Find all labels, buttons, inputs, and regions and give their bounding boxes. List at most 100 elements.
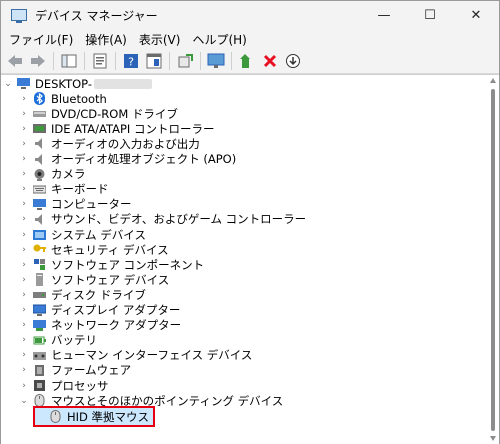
chevron-right-icon[interactable]: › xyxy=(19,91,29,106)
minimize-button[interactable]: — xyxy=(361,1,407,29)
tree-category[interactable]: › ディスク ドライブ xyxy=(19,287,146,302)
mouse-icon xyxy=(33,394,46,408)
tree-category[interactable]: › ヒューマン インターフェイス デバイス xyxy=(19,348,252,363)
chevron-right-icon[interactable]: › xyxy=(19,106,29,121)
enable-device-button[interactable] xyxy=(237,51,257,71)
menu-action[interactable]: 操作(A) xyxy=(79,31,133,48)
chevron-right-icon[interactable]: › xyxy=(19,227,29,242)
tree-item-label: DESKTOP- xyxy=(35,76,92,91)
show-hide-console-tree-button[interactable] xyxy=(59,51,79,71)
chevron-right-icon[interactable]: › xyxy=(19,287,29,302)
properties-icon xyxy=(93,53,107,69)
update-driver-icon xyxy=(178,54,193,68)
tree-category[interactable]: › ソフトウェア コンポーネント xyxy=(19,257,204,272)
tree-category[interactable]: ⌄ マウスとそのほかのポインティング デバイス xyxy=(19,393,283,408)
scroll-down-arrow-icon[interactable] xyxy=(490,436,496,441)
chevron-right-icon[interactable]: › xyxy=(19,242,29,257)
close-button[interactable]: ✕ xyxy=(453,1,499,29)
tree-root-computer[interactable]: ⌄ DESKTOP- xyxy=(3,76,152,91)
tree-item-label: Bluetooth xyxy=(51,91,107,106)
scan-hardware-button[interactable] xyxy=(206,51,226,71)
menu-bar: ファイル(F) 操作(A) 表示(V) ヘルプ(H) xyxy=(1,29,499,49)
tree-category[interactable]: › DVD/CD-ROM ドライブ xyxy=(19,106,178,121)
tree-category[interactable]: › サウンド、ビデオ、およびゲーム コントローラー xyxy=(19,212,306,227)
help-icon: ? xyxy=(124,54,138,69)
chevron-right-icon[interactable]: › xyxy=(19,167,29,182)
tree-item-label: IDE ATA/ATAPI コントローラー xyxy=(51,121,215,136)
hid-icon xyxy=(33,349,46,362)
tree-item-label: ディスプレイ アダプター xyxy=(51,303,181,317)
tree-category[interactable]: › カメラ xyxy=(19,167,85,182)
chevron-right-icon[interactable]: › xyxy=(19,378,29,393)
tree-category[interactable]: › ソフトウェア デバイス xyxy=(19,272,169,287)
tree-category[interactable]: › Bluetooth xyxy=(19,91,107,106)
speaker-icon xyxy=(33,137,46,150)
menu-view[interactable]: 表示(V) xyxy=(133,31,187,48)
scrollbar-thumb[interactable] xyxy=(491,89,495,431)
tree-item-label: セキュリティ デバイス xyxy=(51,242,169,257)
chevron-right-icon[interactable]: › xyxy=(19,318,29,333)
tree-category[interactable]: › セキュリティ デバイス xyxy=(19,242,169,257)
disable-device-button[interactable] xyxy=(283,51,303,71)
properties-button[interactable] xyxy=(90,51,110,71)
tree-category[interactable]: › オーディオの入力および出力 xyxy=(19,136,200,151)
maximize-button[interactable]: ☐ xyxy=(407,1,453,29)
toolbar-separator xyxy=(115,52,116,70)
chevron-right-icon[interactable]: › xyxy=(19,333,29,348)
toolbar-separator xyxy=(169,52,170,70)
console-tree-icon xyxy=(61,54,77,68)
scroll-up-arrow-icon[interactable] xyxy=(490,78,496,83)
chevron-right-icon[interactable]: › xyxy=(19,212,29,227)
chevron-right-icon[interactable]: › xyxy=(19,182,29,197)
help-button[interactable]: ? xyxy=(121,51,141,71)
tree-category[interactable]: › ネットワーク アダプター xyxy=(19,318,181,333)
chevron-right-icon[interactable]: › xyxy=(19,136,29,151)
chevron-right-icon[interactable]: › xyxy=(19,272,29,287)
chevron-right-icon[interactable]: › xyxy=(19,197,29,212)
tree-category[interactable]: › オーディオ処理オブジェクト (APO) xyxy=(19,152,236,167)
tree-category[interactable]: › ディスプレイ アダプター xyxy=(19,303,180,318)
chevron-right-icon[interactable]: › xyxy=(19,303,29,318)
title-bar[interactable]: デバイス マネージャー — ☐ ✕ xyxy=(1,1,499,29)
toolbar: ? xyxy=(1,49,499,74)
chevron-right-icon[interactable]: › xyxy=(19,152,29,167)
chevron-down-icon[interactable]: ⌄ xyxy=(3,76,13,91)
tree-category[interactable]: › コンピューター xyxy=(19,197,131,212)
tree-item-label: バッテリ xyxy=(51,333,97,348)
keyboard-icon xyxy=(32,183,47,196)
view-details-button[interactable] xyxy=(144,51,164,71)
redacted-computer-name xyxy=(93,78,152,89)
tree-device-hid-mouse[interactable]: HID 準拠マウス xyxy=(32,406,156,428)
tree-category[interactable]: › キーボード xyxy=(19,182,108,197)
window-title: デバイス マネージャー xyxy=(35,8,158,23)
tree-category[interactable]: › プロセッサ xyxy=(19,378,108,393)
update-driver-button[interactable] xyxy=(175,51,195,71)
battery-icon xyxy=(33,334,46,347)
forward-arrow-icon xyxy=(31,55,45,67)
menu-help[interactable]: ヘルプ(H) xyxy=(186,31,252,48)
bluetooth-icon xyxy=(33,92,46,106)
uninstall-device-button[interactable] xyxy=(260,51,280,71)
tree-item-label: ソフトウェア コンポーネント xyxy=(51,257,205,272)
tree-category[interactable]: › システム デバイス xyxy=(19,227,146,242)
tree-category[interactable]: › バッテリ xyxy=(19,333,97,348)
monitor-scan-icon xyxy=(207,53,225,68)
computer-icon xyxy=(17,77,30,90)
chevron-down-icon[interactable]: ⌄ xyxy=(19,393,29,408)
chevron-right-icon[interactable]: › xyxy=(19,257,29,272)
chevron-right-icon[interactable]: › xyxy=(19,121,29,136)
vertical-scrollbar[interactable] xyxy=(487,75,499,444)
tree-item-label: ネットワーク アダプター xyxy=(51,318,182,333)
device-tree: ⌄ DESKTOP- › Bluetooth › DVD/CD-ROM ドライブ › IDE … xyxy=(1,75,487,444)
chevron-right-icon[interactable]: › xyxy=(19,348,29,363)
forward-button[interactable] xyxy=(28,51,48,71)
back-button[interactable] xyxy=(5,51,25,71)
camera-icon xyxy=(33,168,46,181)
chevron-right-icon[interactable]: › xyxy=(19,363,29,378)
tree-category[interactable]: › ファームウェア xyxy=(19,363,131,378)
system-folder-icon xyxy=(33,228,46,241)
dvd-drive-icon xyxy=(33,107,46,120)
computer-icon xyxy=(33,198,46,211)
menu-file[interactable]: ファイル(F) xyxy=(3,31,79,48)
tree-category[interactable]: › IDE ATA/ATAPI コントローラー xyxy=(19,121,214,136)
